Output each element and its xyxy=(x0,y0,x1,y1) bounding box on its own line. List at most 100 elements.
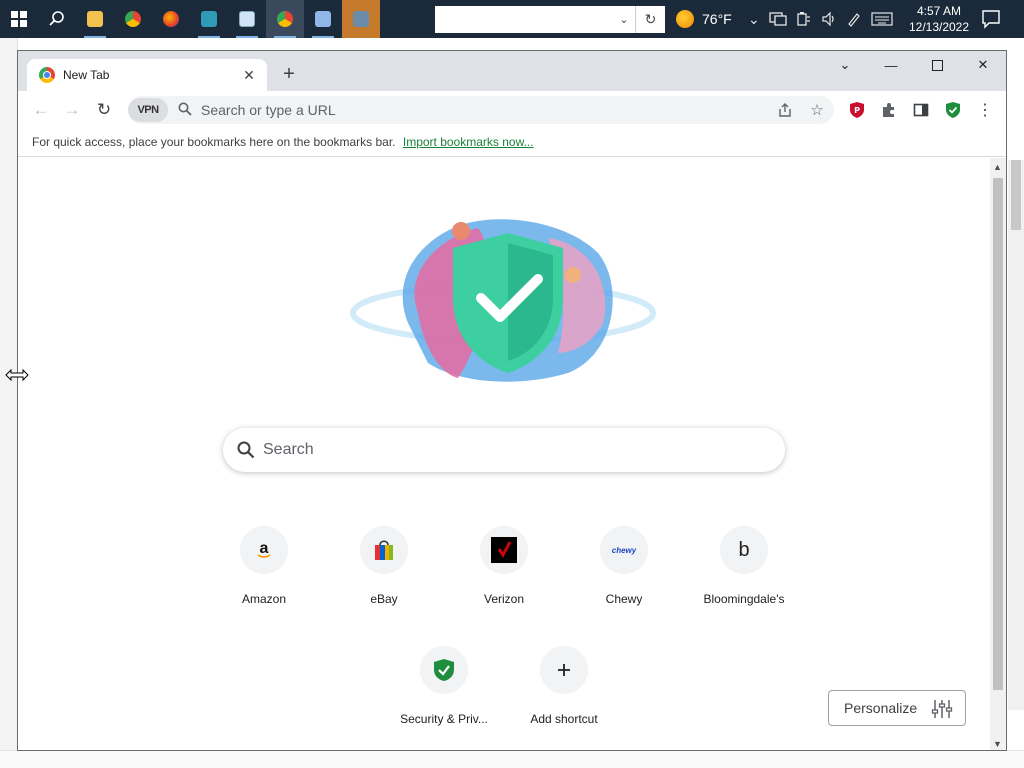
weather-widget[interactable]: 76°F xyxy=(676,0,732,38)
taskbar-address-box[interactable]: ⌄ ↻ xyxy=(435,6,665,33)
amazon-icon: a xyxy=(240,526,288,574)
resize-cursor-icon xyxy=(5,368,29,382)
shortcut-label: Security & Priv... xyxy=(400,712,488,726)
windows-logo-icon xyxy=(11,11,27,27)
tab-new-tab[interactable]: New Tab ✕ xyxy=(27,59,267,91)
taskbar-clock[interactable]: 4:57 AM 12/13/2022 xyxy=(900,3,978,35)
security-shield-extension-icon[interactable] xyxy=(944,101,962,119)
forward-arrow-icon[interactable]: → xyxy=(61,99,83,121)
taskbar-chrome-active[interactable] xyxy=(266,0,304,38)
network-settings-icon xyxy=(315,11,331,27)
svg-text:P: P xyxy=(854,106,860,115)
system-tray: ⌄ xyxy=(748,0,893,38)
clock-date: 12/13/2022 xyxy=(908,20,970,34)
chewy-logo-icon: chewy xyxy=(600,526,648,574)
new-tab-button[interactable]: + xyxy=(278,63,300,85)
reload-icon[interactable]: ↻ xyxy=(93,99,115,121)
scroll-up-arrow-icon[interactable]: ▲ xyxy=(993,162,1002,172)
ebay-bag-icon xyxy=(360,526,408,574)
ntp-search-box[interactable]: Search xyxy=(223,428,785,472)
keyboard-icon[interactable] xyxy=(871,12,893,26)
bookmarks-bar-message: For quick access, place your bookmarks h… xyxy=(32,135,396,149)
vpn-badge[interactable]: VPN xyxy=(128,98,168,122)
background-window-scrollbar[interactable] xyxy=(1008,160,1024,710)
volume-icon[interactable] xyxy=(821,11,837,27)
letter-b-icon: b xyxy=(720,526,768,574)
shortcut-security-privacy[interactable]: Security & Priv... xyxy=(388,638,500,750)
shortcut-ebay[interactable]: eBay xyxy=(328,518,440,630)
chrome-window: New Tab ✕ + ⌄ — ✕ ← → ↻ VPN Search or ty… xyxy=(17,50,1007,751)
back-arrow-icon[interactable]: ← xyxy=(30,99,52,121)
folder-icon xyxy=(87,11,103,27)
svg-text:a: a xyxy=(260,540,269,557)
import-bookmarks-link[interactable]: Import bookmarks now... xyxy=(403,135,534,149)
menu-kebab-icon[interactable]: ⋮ xyxy=(976,101,994,119)
chevron-down-icon[interactable]: ⌄ xyxy=(613,6,635,33)
maximize-icon xyxy=(931,59,943,71)
shortcut-label: Bloomingdale's xyxy=(703,592,785,606)
taskbar-chrome[interactable] xyxy=(114,0,152,38)
privacy-badger-extension-icon[interactable]: P xyxy=(848,101,866,119)
personalize-label: Personalize xyxy=(844,700,918,716)
weather-temperature: 76°F xyxy=(702,11,732,27)
clock-time: 4:57 AM xyxy=(916,4,962,18)
refresh-icon[interactable]: ↻ xyxy=(635,6,665,33)
chevron-up-icon[interactable]: ⌄ xyxy=(748,11,760,28)
ntp-search-placeholder: Search xyxy=(263,441,314,458)
close-window-button[interactable]: ✕ xyxy=(960,51,1006,79)
sun-icon xyxy=(676,10,694,28)
plus-icon xyxy=(540,646,588,694)
taskbar-file-explorer[interactable] xyxy=(76,0,114,38)
shortcut-verizon[interactable]: Verizon xyxy=(448,518,560,630)
start-button[interactable] xyxy=(0,0,38,38)
taskbar-app-8[interactable] xyxy=(342,0,380,38)
windows-taskbar: ⌄ ↻ 76°F ⌄ 4:57 AM 12/13/2022 xyxy=(0,0,1024,38)
taskbar-search-button[interactable] xyxy=(38,0,76,38)
personalize-button[interactable]: Personalize xyxy=(828,690,966,726)
shortcut-label: Verizon xyxy=(483,592,525,606)
omnibox-placeholder: Search or type a URL xyxy=(201,102,336,118)
shortcut-amazon[interactable]: a Amazon xyxy=(208,518,320,630)
scrollbar-thumb[interactable] xyxy=(993,178,1003,690)
scroll-down-arrow-icon[interactable]: ▼ xyxy=(993,739,1002,749)
battery-plug-icon[interactable] xyxy=(796,11,812,27)
taskbar-app-4[interactable] xyxy=(190,0,228,38)
side-panel-icon[interactable] xyxy=(912,101,930,119)
share-icon[interactable] xyxy=(776,101,794,119)
browser-toolbar: ← → ↻ VPN Search or type a URL ☆ P ⋮ xyxy=(18,91,1006,129)
notepad-icon xyxy=(239,11,255,27)
maximize-button[interactable] xyxy=(914,51,960,79)
taskbar-notepad[interactable] xyxy=(228,0,266,38)
shortcut-add[interactable]: Add shortcut xyxy=(508,638,620,750)
shortcut-label: Chewy xyxy=(605,592,643,606)
page-scrollbar[interactable]: ▲ ▼ xyxy=(990,158,1006,750)
shortcut-chewy[interactable]: chewy Chewy xyxy=(568,518,680,630)
shortcut-label: eBay xyxy=(370,592,398,606)
app-window-icon xyxy=(201,11,217,27)
search-icon xyxy=(237,441,255,459)
chrome-favicon-icon xyxy=(39,67,55,83)
svg-text:chewy: chewy xyxy=(612,546,637,555)
tab-close-icon[interactable]: ✕ xyxy=(239,65,259,85)
omnibox[interactable]: VPN Search or type a URL ☆ xyxy=(128,96,834,124)
chrome-icon xyxy=(277,11,293,27)
firefox-icon xyxy=(163,11,179,27)
bookmark-star-icon[interactable]: ☆ xyxy=(808,101,826,119)
pen-icon[interactable] xyxy=(846,11,862,27)
tab-search-chevron-icon[interactable]: ⌄ xyxy=(822,51,868,79)
search-icon xyxy=(49,11,64,26)
svg-text:b: b xyxy=(738,539,749,561)
chrome-icon xyxy=(125,11,141,27)
tab-title: New Tab xyxy=(63,68,110,82)
shortcut-label: Add shortcut xyxy=(530,712,598,726)
extensions-puzzle-icon[interactable] xyxy=(880,101,898,119)
security-shield-illustration xyxy=(350,219,656,382)
shield-check-icon xyxy=(420,646,468,694)
minimize-button[interactable]: — xyxy=(868,51,914,79)
network-icon[interactable] xyxy=(769,11,787,27)
bookmarks-bar: For quick access, place your bookmarks h… xyxy=(18,129,1006,157)
notification-icon[interactable] xyxy=(980,8,1002,30)
shortcut-bloomingdales[interactable]: b Bloomingdale's xyxy=(688,518,800,630)
taskbar-app-7[interactable] xyxy=(304,0,342,38)
taskbar-firefox[interactable] xyxy=(152,0,190,38)
